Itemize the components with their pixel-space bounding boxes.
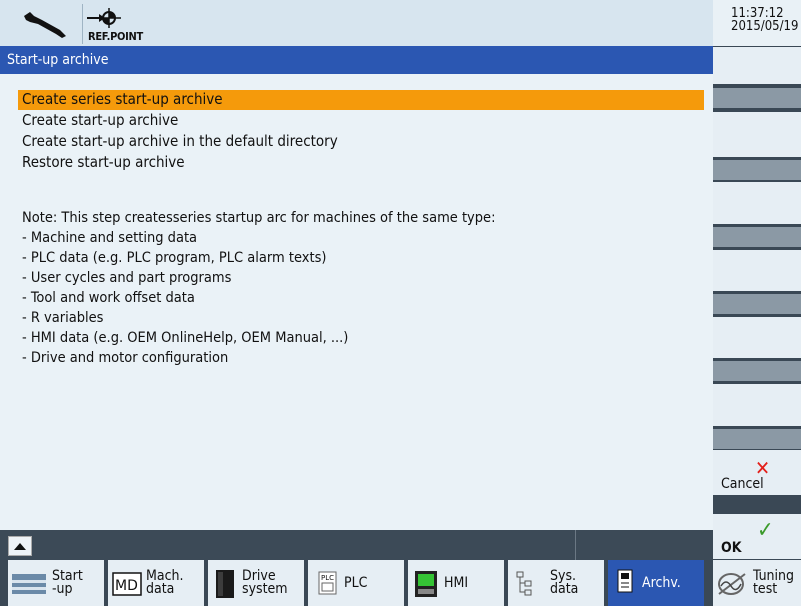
menu-item-create-archive[interactable]: Create start-up archive bbox=[22, 111, 178, 129]
checkmark-icon: ✓ bbox=[757, 518, 774, 543]
menu-item-create-series-archive[interactable]: Create series start-up archive bbox=[18, 90, 704, 110]
vertical-softkey-3[interactable] bbox=[713, 182, 801, 224]
hsk-archive[interactable]: Archv. bbox=[608, 560, 704, 606]
vertical-softkey-4[interactable] bbox=[713, 250, 801, 291]
hsk-drive-system[interactable]: Drive system bbox=[208, 560, 304, 606]
hsk-tuning-test[interactable]: Tuning test bbox=[713, 560, 801, 606]
hsk-label: Archv. bbox=[642, 575, 681, 591]
note-heading: Note: This step createsseries startup ar… bbox=[22, 210, 496, 226]
plc-icon: PLC bbox=[318, 571, 337, 595]
hsk-label: Start -up bbox=[52, 568, 83, 597]
ok-button[interactable]: ✓ OK bbox=[713, 514, 801, 559]
md-icon: MD bbox=[112, 572, 142, 596]
hmi-icon bbox=[415, 571, 437, 597]
window-titlebar: Start-up archive bbox=[0, 46, 713, 74]
chevron-up-icon bbox=[14, 543, 26, 550]
note-item: - Drive and motor configuration bbox=[22, 350, 229, 366]
status-bar bbox=[0, 530, 713, 560]
note-item: - User cycles and part programs bbox=[22, 270, 232, 286]
header-bar: REF.POINT bbox=[0, 0, 713, 46]
hsk-label: Mach. data bbox=[146, 568, 184, 597]
drive-icon bbox=[216, 570, 234, 598]
note-item: - PLC data (e.g. PLC program, PLC alarm … bbox=[22, 250, 327, 266]
vertical-softkey-6[interactable] bbox=[713, 384, 801, 426]
hsk-label: Sys. data bbox=[550, 568, 579, 597]
recall-button[interactable] bbox=[8, 536, 32, 556]
refpoint-icon bbox=[87, 8, 121, 28]
vertical-softkey-spacer bbox=[713, 361, 801, 381]
main-panel: Create series start-up archive Create st… bbox=[0, 74, 713, 530]
svg-text:PLC: PLC bbox=[321, 574, 334, 582]
hsk-system-data[interactable]: Sys. data bbox=[508, 560, 604, 606]
vertical-softkey-5[interactable] bbox=[713, 317, 801, 358]
hsk-label: PLC bbox=[344, 575, 368, 591]
svg-text:MD: MD bbox=[115, 578, 138, 594]
cancel-label: Cancel bbox=[721, 476, 764, 492]
status-divider bbox=[575, 530, 576, 560]
clock-panel: 11:37:12 2015/05/19 bbox=[713, 0, 801, 46]
vertical-softkey-1[interactable] bbox=[713, 47, 801, 84]
sysdata-icon bbox=[516, 571, 532, 596]
hsk-plc[interactable]: PLC PLC bbox=[308, 560, 404, 606]
refpoint-label: REF.POINT bbox=[88, 30, 143, 43]
page-title: Start-up archive bbox=[7, 52, 109, 68]
hsk-machine-data[interactable]: MD Mach. data bbox=[108, 560, 204, 606]
vertical-softkey-spacer bbox=[713, 294, 801, 314]
startup-icon bbox=[12, 574, 46, 594]
note-item: - Tool and work offset data bbox=[22, 290, 195, 306]
wrench-icon bbox=[24, 12, 66, 38]
vertical-softkey-spacer bbox=[713, 88, 801, 108]
vertical-softkey-spacer bbox=[713, 227, 801, 247]
vertical-softkey-spacer bbox=[713, 160, 801, 180]
menu-item-create-archive-default-dir[interactable]: Create start-up archive in the default d… bbox=[22, 132, 338, 150]
cancel-button[interactable]: ✕ Cancel bbox=[713, 450, 801, 495]
vertical-softkey-spacer bbox=[713, 429, 801, 449]
hsk-startup[interactable]: Start -up bbox=[8, 560, 104, 606]
vertical-softkey-2[interactable] bbox=[713, 112, 801, 157]
ok-label: OK bbox=[721, 540, 742, 556]
note-item: - R variables bbox=[22, 310, 104, 326]
note-item: - HMI data (e.g. OEM OnlineHelp, OEM Man… bbox=[22, 330, 349, 346]
note-item: - Machine and setting data bbox=[22, 230, 198, 246]
clock-date: 2015/05/19 bbox=[731, 19, 799, 34]
hsk-hmi[interactable]: HMI bbox=[408, 560, 504, 606]
archive-icon bbox=[617, 569, 633, 593]
hsk-label: Drive system bbox=[242, 568, 288, 597]
hsk-label: HMI bbox=[444, 575, 469, 591]
tuning-icon bbox=[718, 573, 746, 595]
hsk-label: Tuning test bbox=[753, 568, 795, 597]
menu-item-restore-archive[interactable]: Restore start-up archive bbox=[22, 153, 185, 171]
